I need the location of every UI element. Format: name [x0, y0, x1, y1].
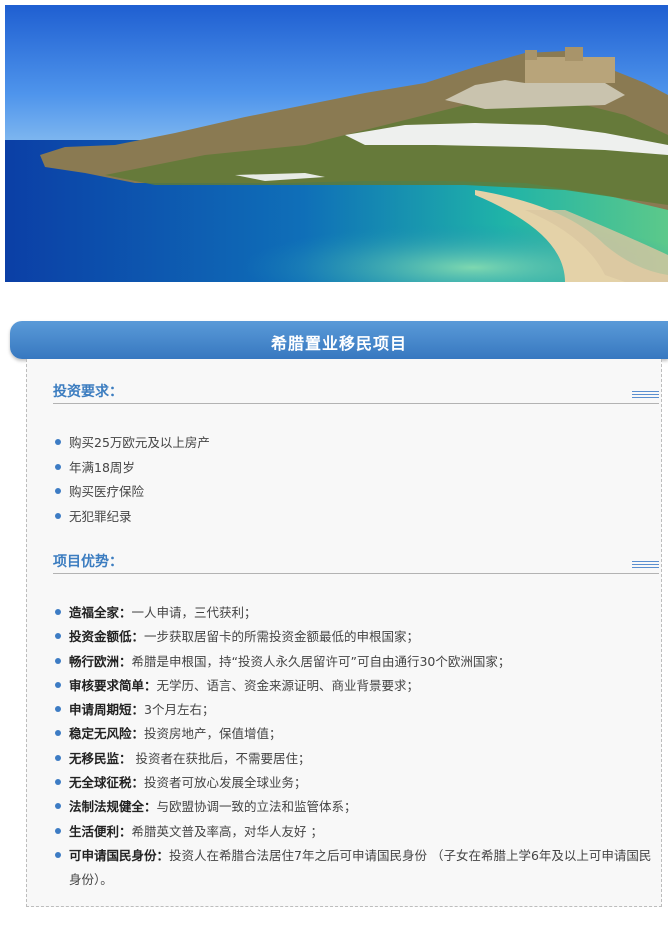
bullet-icon	[55, 512, 61, 519]
lines-icon	[632, 391, 659, 401]
bullet-icon	[55, 706, 61, 713]
bullet-icon	[55, 657, 61, 664]
investment-section-header: 投资要求：	[53, 381, 659, 404]
bullet-icon	[55, 803, 61, 810]
bullet-icon	[55, 730, 61, 737]
bullet-icon	[55, 754, 61, 761]
list-item: 审核要求简单：无学历、语言、资金来源证明、商业背景要求；	[55, 674, 655, 698]
list-item: 畅行欧洲：希腊是申根国，持“投资人永久居留许可”可自由通行30个欧洲国家；	[55, 650, 655, 674]
bullet-icon	[55, 488, 61, 494]
investment-heading: 投资要求：	[53, 384, 123, 400]
list-item: 购买25万欧元及以上房产	[55, 431, 655, 456]
bullet-icon	[55, 779, 61, 786]
list-item: 生活便利：希腊英文普及率高，对华人友好 ；	[55, 820, 655, 844]
bullet-icon	[55, 851, 61, 858]
hero-image	[5, 5, 668, 282]
bullet-icon	[55, 681, 61, 688]
bullet-icon	[55, 439, 61, 445]
banner-title: 希腊置业移民项目	[270, 334, 407, 353]
list-item: 稳定无风险：投资房地产，保值增值；	[55, 722, 655, 746]
project-banner: 希腊置业移民项目	[10, 321, 668, 359]
list-item: 无移民监： 投资者在获批后，不需要居住；	[55, 747, 655, 771]
bullet-icon	[55, 609, 61, 615]
bullet-icon	[55, 827, 61, 834]
list-item: 无犯罪纪录	[55, 505, 655, 530]
list-item: 造福全家：一人申请，三代获利；	[55, 601, 655, 625]
advantages-heading: 项目优势：	[53, 554, 123, 570]
lines-icon	[632, 561, 659, 571]
advantages-list: 造福全家：一人申请，三代获利； 投资金额低：一步获取居留卡的所需投资金额最低的申…	[55, 601, 655, 892]
list-item: 年满18周岁	[55, 456, 655, 481]
content-card: 投资要求： 购买25万欧元及以上房产 年满18周岁 购买医疗保险 无犯罪纪录 项…	[26, 359, 662, 907]
list-item: 法制法规健全：与欧盟协调一致的立法和监管体系；	[55, 795, 655, 819]
list-item: 无全球征税：投资者可放心发展全球业务；	[55, 771, 655, 795]
bullet-icon	[55, 633, 61, 640]
list-item: 可申请国民身份：投资人在希腊合法居住7年之后可申请国民身份 （子女在希腊上学6年…	[55, 844, 655, 892]
list-item: 购买医疗保险	[55, 480, 655, 505]
advantages-section-header: 项目优势：	[53, 551, 659, 574]
list-item: 申请周期短：3个月左右；	[55, 698, 655, 722]
investment-list: 购买25万欧元及以上房产 年满18周岁 购买医疗保险 无犯罪纪录	[55, 431, 655, 529]
bullet-icon	[55, 463, 61, 470]
list-item: 投资金额低：一步获取居留卡的所需投资金额最低的申根国家；	[55, 625, 655, 649]
